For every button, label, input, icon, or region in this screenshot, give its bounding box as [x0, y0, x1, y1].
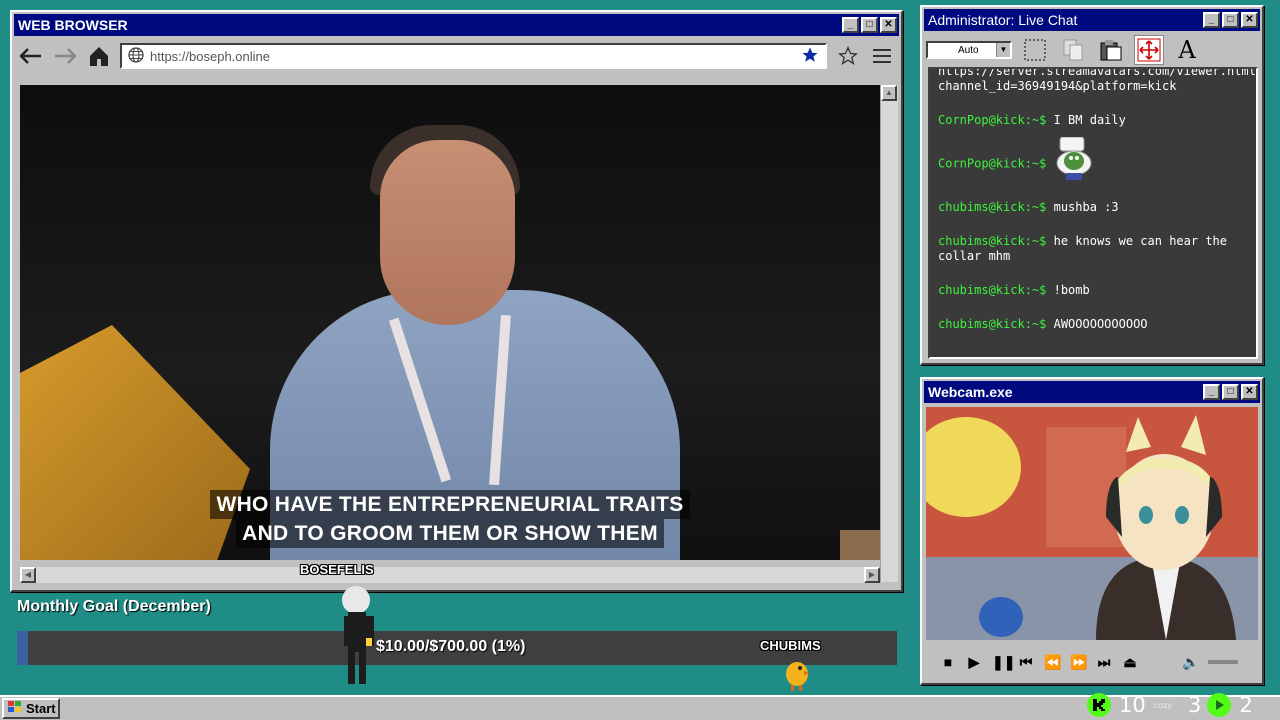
kick-viewer-count: 10 [1119, 693, 1146, 717]
address-bar[interactable]: https://boseph.online [120, 43, 827, 69]
chat-text: !bomb [1053, 283, 1090, 297]
pepe-toilet-emote [1054, 136, 1094, 181]
copy-icon[interactable] [1058, 35, 1088, 65]
chat-titlebar[interactable]: Administrator: Live Chat _ □ ✕ [924, 9, 1260, 31]
skip-forward-icon[interactable]: ⏭ [1096, 654, 1112, 671]
chat-message: chubims@kick:~$ !bomb [938, 283, 1248, 298]
goal-progress-fill [17, 631, 29, 665]
chat-toolbar: Auto ▼ A [926, 33, 1258, 67]
maximize-button[interactable]: □ [1222, 12, 1239, 28]
select-region-icon[interactable] [1020, 35, 1050, 65]
chat-username: chubims@kick:~$ [938, 200, 1047, 214]
chat-log[interactable]: https://server.streamavatars.com/viewer.… [928, 67, 1258, 359]
bookmark-star-icon[interactable] [835, 43, 861, 69]
chat-text: AWOOOOOOOOOOO [1053, 317, 1148, 331]
speaker-head [380, 140, 515, 325]
minimize-button[interactable]: _ [1203, 12, 1220, 28]
chat-message: CornPop@kick:~$ I BM daily [938, 113, 1248, 128]
avatar-sprite-chubims[interactable] [782, 656, 812, 697]
pause-icon[interactable]: ❚❚ [992, 654, 1015, 671]
browser-window: WEB BROWSER _ □ ✕ https://boseph.online [10, 10, 903, 592]
webcam-view [926, 407, 1258, 640]
browser-title: WEB BROWSER [18, 17, 128, 33]
font-icon[interactable]: A [1172, 35, 1202, 65]
windows-logo-icon [7, 700, 23, 717]
maximize-button[interactable]: □ [1222, 384, 1239, 400]
play-icon[interactable]: ▶ [966, 654, 982, 671]
chat-username: CornPop@kick:~$ [938, 113, 1047, 127]
url-text: https://boseph.online [150, 48, 270, 64]
webcam-titlebar[interactable]: Webcam.exe _ □ ✕ [924, 381, 1260, 403]
forward-arrow-icon[interactable] [52, 43, 78, 69]
star-filled-icon[interactable] [801, 46, 819, 67]
vertical-scrollbar[interactable]: ▲ [880, 85, 898, 582]
font-size-value: Auto [958, 44, 979, 56]
video-viewport[interactable]: WHO HAVE THE ENTREPRENEURIAL TRAITS AND … [20, 85, 880, 560]
close-button[interactable]: ✕ [1241, 12, 1258, 28]
vtuber-avatar [926, 407, 1258, 640]
volume-icon[interactable]: 🔈 [1182, 654, 1199, 671]
chat-message: https://server.streamavatars.com/viewer.… [938, 69, 1256, 94]
scroll-left-button[interactable]: ◀ [20, 567, 36, 583]
paste-icon[interactable] [1096, 35, 1126, 65]
start-label: Start [26, 701, 56, 716]
skip-back-icon[interactable]: ⏮ [1018, 654, 1034, 671]
avatar-sprite-bosefelis[interactable] [336, 582, 380, 697]
subtitle-line-2: AND TO GROOM THEM OR SHOW THEM [236, 519, 664, 548]
subtitle-line-1: WHO HAVE THE ENTREPRENEURIAL TRAITS [210, 490, 690, 519]
chat-text: mushba :3 [1053, 200, 1119, 214]
avatar-name-bosefelis: BOSEFELIS [300, 562, 374, 577]
chat-message: chubims@kick:~$ mushba :3 [938, 200, 1248, 215]
globe-icon [128, 46, 144, 66]
rewind-icon[interactable]: ⏪ [1044, 654, 1061, 671]
goal-progress-text: $10.00/$700.00 (1%) [376, 638, 526, 655]
cozy-count: 3 [1187, 693, 1202, 717]
chat-username: chubims@kick:~$ [938, 317, 1047, 331]
chat-message: CornPop@kick:~$ [938, 136, 1248, 181]
chat-username: CornPop@kick:~$ [938, 156, 1047, 171]
font-size-select[interactable]: Auto ▼ [926, 41, 1012, 59]
kick-logo-icon [1087, 693, 1111, 717]
play-circle-icon [1207, 693, 1232, 717]
menu-icon[interactable] [869, 43, 895, 69]
video-subtitles: WHO HAVE THE ENTREPRENEURIAL TRAITS AND … [20, 490, 880, 548]
browser-toolbar: https://boseph.online [18, 40, 895, 72]
minimize-button[interactable]: _ [842, 17, 859, 33]
start-button[interactable]: Start [2, 698, 60, 719]
home-icon[interactable] [86, 43, 112, 69]
chat-text: I BM daily [1053, 113, 1126, 127]
chat-window: Administrator: Live Chat _ □ ✕ Auto ▼ A … [920, 5, 1264, 365]
chevron-down-icon[interactable]: ▼ [996, 43, 1010, 57]
other-count: 2 [1239, 693, 1253, 717]
fast-forward-icon[interactable]: ⏩ [1070, 654, 1087, 671]
close-button[interactable]: ✕ [880, 17, 897, 33]
webcam-title: Webcam.exe [928, 384, 1013, 400]
browser-titlebar[interactable]: WEB BROWSER _ □ ✕ [14, 14, 899, 36]
back-arrow-icon[interactable] [18, 43, 44, 69]
stop-icon[interactable]: ■ [940, 654, 956, 670]
move-icon[interactable] [1134, 35, 1164, 65]
close-button[interactable]: ✕ [1241, 384, 1258, 400]
eject-icon[interactable]: ⏏ [1122, 654, 1138, 671]
avatar-name-chubims: CHUBIMS [760, 638, 821, 653]
chat-message: chubims@kick:~$ AWOOOOOOOOOOO [938, 317, 1248, 332]
scroll-up-button[interactable]: ▲ [881, 85, 897, 101]
chat-username: chubims@kick:~$ [938, 234, 1047, 248]
volume-slider[interactable] [1208, 660, 1238, 664]
minimize-button[interactable]: _ [1203, 384, 1220, 400]
maximize-button[interactable]: □ [861, 17, 878, 33]
chat-text: https://server.streamavatars.com/viewer.… [938, 67, 1258, 93]
media-controls: ■ ▶ ❚❚ ⏮ ⏪ ⏩ ⏭ ⏏ 🔈 [926, 645, 1258, 679]
chat-username: chubims@kick:~$ [938, 283, 1047, 297]
cozy-label: cozy [1153, 700, 1172, 710]
system-tray: 10 cozy 3 2 [1087, 693, 1253, 717]
chat-message: chubims@kick:~$ he knows we can hear the… [938, 234, 1248, 264]
webcam-window: Webcam.exe _ □ ✕ ■ ▶ ❚❚ ⏮ ⏪ ⏩ ⏭ ⏏ 🔈 [920, 377, 1264, 685]
chat-title: Administrator: Live Chat [928, 12, 1078, 28]
goal-title: Monthly Goal (December) [17, 598, 211, 615]
scroll-right-button[interactable]: ▶ [864, 567, 880, 583]
horizontal-scrollbar[interactable]: ◀ ▶ [20, 567, 880, 583]
